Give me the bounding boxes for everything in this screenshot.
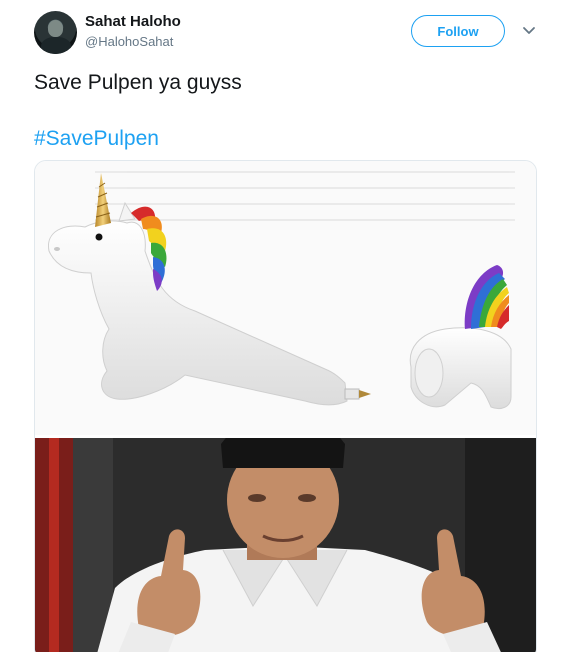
author-handle[interactable]: @HalohoSahat [85,34,173,49]
tweet-card: Sahat Haloho @HalohoSahat Follow Save Pu… [0,0,569,652]
avatar-body [41,37,71,54]
tweet-header: Sahat Haloho @HalohoSahat Follow [34,10,544,54]
hashtag-link[interactable]: #SavePulpen [34,125,159,152]
tweet-text: Save Pulpen ya guyss [34,71,242,94]
media-container [34,160,537,652]
person-thumbs-up-image[interactable] [35,434,536,652]
unicorn-pen-image[interactable] [35,161,536,435]
avatar[interactable] [34,11,77,54]
follow-button[interactable]: Follow [411,15,505,47]
chevron-down-icon[interactable] [521,22,537,38]
author-name[interactable]: Sahat Haloho [85,13,181,30]
avatar-face [48,20,63,37]
